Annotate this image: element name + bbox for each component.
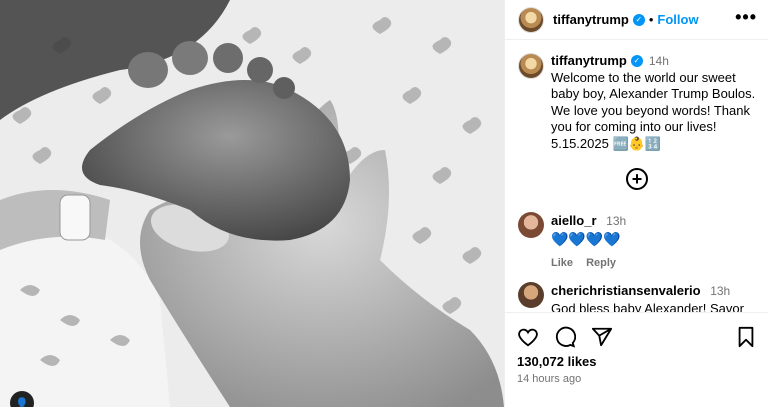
avatar[interactable]	[518, 6, 544, 33]
caption: tiffanytrump ✓ 14h Welcome to the world …	[518, 53, 763, 152]
comment-like-button[interactable]: Like	[551, 257, 573, 269]
caption-text: Welcome to the world our sweet baby boy,…	[551, 69, 756, 151]
post-header: tiffanytrump ✓ • Follow •••	[505, 0, 768, 40]
baby-foot-in-hand-image	[0, 0, 504, 407]
avatar[interactable]	[518, 212, 544, 238]
post-timestamp[interactable]: 14 hours ago	[517, 373, 581, 385]
separator-dot: •	[648, 12, 654, 27]
bookmark-icon[interactable]	[735, 326, 757, 348]
avatar[interactable]	[518, 282, 544, 308]
comment-reply-button[interactable]: Reply	[586, 257, 616, 269]
comment-username[interactable]: cherichristiansenvalerio	[551, 283, 701, 298]
comment-time[interactable]: 13h	[606, 214, 626, 228]
post-side-panel: tiffanytrump ✓ • Follow ••• tiffanytrump…	[504, 0, 768, 407]
verified-icon: ✓	[632, 13, 645, 26]
share-icon[interactable]	[591, 326, 613, 348]
header-username[interactable]: tiffanytrump	[553, 12, 629, 27]
follow-button[interactable]: Follow	[657, 12, 698, 27]
comment: aiello_r 13h 💙💙💙💙 Like Reply	[518, 212, 763, 272]
add-circle-icon[interactable]: +	[626, 168, 648, 190]
more-options-icon[interactable]: •••	[735, 8, 757, 26]
heart-icon[interactable]	[517, 326, 539, 348]
post-footer: 130,072 likes 14 hours ago	[505, 312, 768, 407]
comment-username[interactable]: aiello_r	[551, 213, 597, 228]
like-count[interactable]: 130,072 likes	[517, 354, 597, 369]
comment-icon[interactable]	[554, 326, 577, 348]
verified-icon: ✓	[630, 55, 643, 68]
post-photo[interactable]: 👤	[0, 0, 504, 407]
caption-avatar[interactable]	[518, 53, 544, 79]
comment-text: 💙💙💙💙	[551, 231, 621, 247]
comment-time[interactable]: 13h	[710, 284, 730, 298]
caption-time[interactable]: 14h	[649, 53, 669, 70]
caption-username[interactable]: tiffanytrump	[551, 53, 627, 70]
